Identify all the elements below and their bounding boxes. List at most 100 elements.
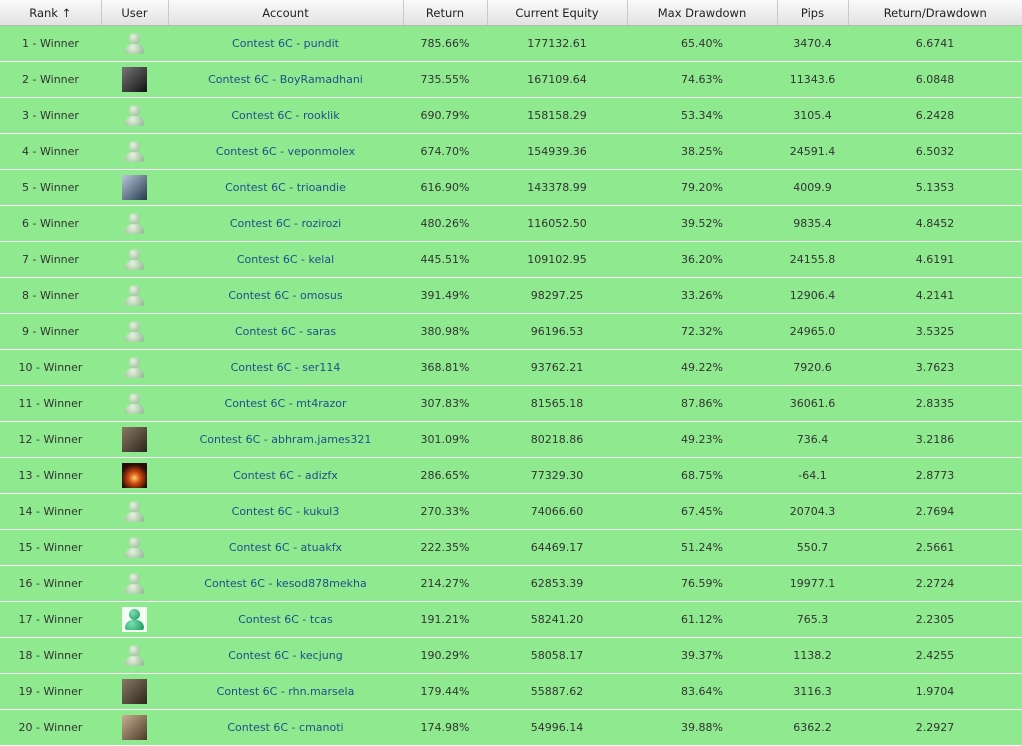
user-avatar[interactable]: [122, 427, 147, 452]
account-cell-text[interactable]: Contest 6C - rooklik: [231, 109, 339, 122]
account-cell-text[interactable]: Contest 6C - kecjung: [228, 649, 342, 662]
user-avatar[interactable]: [122, 175, 147, 200]
equity-cell-text: 58241.20: [530, 613, 584, 626]
user-cell: [101, 493, 168, 530]
pips-cell: 6362.2: [777, 709, 848, 746]
rank-cell-text: 20 - Winner: [18, 721, 83, 734]
rank-cell: 1 - Winner: [0, 25, 101, 62]
user-cell: [101, 529, 168, 566]
account-cell-text[interactable]: Contest 6C - kelal: [237, 253, 334, 266]
return-cell-text: 368.81%: [420, 361, 470, 374]
return-cell-text: 380.98%: [420, 325, 470, 338]
pips-cell-text: 19977.1: [789, 577, 836, 590]
account-cell-text[interactable]: Contest 6C - rozirozi: [230, 217, 341, 230]
user-icon[interactable]: [122, 643, 147, 668]
drawdown-cell: 87.86%: [627, 385, 777, 422]
return-drawdown-cell-text: 4.6191: [915, 253, 955, 266]
drawdown-cell-text: 53.34%: [681, 109, 723, 122]
table-row: 9 - Winner Contest 6C - saras 380.98% 96196…: [0, 313, 1022, 350]
user-icon[interactable]: [122, 535, 147, 560]
account-cell: Contest 6C - rhn.marsela: [168, 673, 403, 710]
pips-cell-text: 11343.6: [789, 73, 836, 86]
user-icon[interactable]: [122, 139, 147, 164]
drawdown-cell-text: 49.22%: [681, 361, 723, 374]
account-cell-text[interactable]: Contest 6C - kukul3: [232, 505, 340, 518]
return-drawdown-cell-text: 2.2927: [915, 721, 955, 734]
column-header-pips[interactable]: Pips: [777, 0, 849, 26]
user-icon[interactable]: [122, 103, 147, 128]
account-cell-text[interactable]: Contest 6C - pundit: [232, 37, 339, 50]
user-avatar[interactable]: [122, 679, 147, 704]
column-header-return-drawdown[interactable]: Return/Drawdown: [848, 0, 1022, 26]
column-header-max-drawdown[interactable]: Max Drawdown: [627, 0, 778, 26]
user-icon[interactable]: [122, 211, 147, 236]
equity-cell: 116052.50: [487, 205, 627, 242]
account-cell-text[interactable]: Contest 6C - atuakfx: [229, 541, 342, 554]
column-header-user[interactable]: User: [101, 0, 169, 26]
user-icon[interactable]: [122, 247, 147, 272]
return-cell: 690.79%: [403, 97, 487, 134]
account-cell-text[interactable]: Contest 6C - mt4razor: [225, 397, 347, 410]
user-icon[interactable]: [122, 499, 147, 524]
return-cell-text: 307.83%: [420, 397, 470, 410]
return-cell-text: 616.90%: [420, 181, 470, 194]
equity-cell: 143378.99: [487, 169, 627, 206]
rank-cell: 7 - Winner: [0, 241, 101, 278]
return-cell-text: 222.35%: [420, 541, 470, 554]
account-cell-text[interactable]: Contest 6C - BoyRamadhani: [208, 73, 363, 86]
return-cell: 179.44%: [403, 673, 487, 710]
account-cell-text[interactable]: Contest 6C - kesod878mekha: [204, 577, 366, 590]
table-row: 7 - Winner Contest 6C - kelal 445.51% 10910…: [0, 241, 1022, 278]
rank-cell: 9 - Winner: [0, 313, 101, 350]
rank-cell: 11 - Winner: [0, 385, 101, 422]
user-avatar[interactable]: [122, 67, 147, 92]
column-header-current-equity[interactable]: Current Equity: [487, 0, 628, 26]
account-cell-text[interactable]: Contest 6C - cmanoti: [227, 721, 343, 734]
user-avatar[interactable]: [122, 463, 147, 488]
account-cell-text[interactable]: Contest 6C - veponmolex: [216, 145, 355, 158]
account-cell-text[interactable]: Contest 6C - saras: [235, 325, 336, 338]
drawdown-cell-text: 74.63%: [681, 73, 723, 86]
user-avatar[interactable]: [122, 715, 147, 740]
account-cell-text[interactable]: Contest 6C - omosus: [228, 289, 342, 302]
return-cell-text: 190.29%: [420, 649, 470, 662]
account-cell-text[interactable]: Contest 6C - rhn.marsela: [217, 685, 355, 698]
account-cell-text[interactable]: Contest 6C - trioandie: [225, 181, 346, 194]
user-icon[interactable]: [122, 607, 147, 632]
equity-cell-text: 93762.21: [530, 361, 584, 374]
user-icon[interactable]: [122, 31, 147, 56]
user-cell: [101, 169, 168, 206]
account-cell: Contest 6C - omosus: [168, 277, 403, 314]
return-drawdown-cell: 6.2428: [848, 97, 1022, 134]
drawdown-cell-text: 83.64%: [681, 685, 723, 698]
account-cell: Contest 6C - BoyRamadhani: [168, 61, 403, 98]
account-cell-text[interactable]: Contest 6C - ser114: [231, 361, 341, 374]
leaderboard-table: Rank ↑ User Account Return Current Equit…: [0, 0, 1022, 746]
account-cell-text[interactable]: Contest 6C - tcas: [238, 613, 332, 626]
pips-cell: 3470.4: [777, 25, 848, 62]
return-cell: 190.29%: [403, 637, 487, 674]
user-cell: [101, 313, 168, 350]
pips-cell: 19977.1: [777, 565, 848, 602]
user-cell: [101, 637, 168, 674]
account-cell: Contest 6C - veponmolex: [168, 133, 403, 170]
user-icon[interactable]: [122, 319, 147, 344]
equity-cell-text: 58058.17: [530, 649, 584, 662]
user-icon[interactable]: [122, 391, 147, 416]
column-header-account[interactable]: Account: [168, 0, 404, 26]
drawdown-cell: 83.64%: [627, 673, 777, 710]
account-cell: Contest 6C - kelal: [168, 241, 403, 278]
equity-cell: 58241.20: [487, 601, 627, 638]
user-icon[interactable]: [122, 571, 147, 596]
column-header-return[interactable]: Return: [403, 0, 488, 26]
user-cell: [101, 673, 168, 710]
column-header-rank[interactable]: Rank ↑: [0, 0, 102, 26]
user-icon[interactable]: [122, 283, 147, 308]
return-cell-text: 480.26%: [420, 217, 470, 230]
account-cell-text[interactable]: Contest 6C - abhram.james321: [200, 433, 372, 446]
user-icon[interactable]: [122, 355, 147, 380]
drawdown-cell-text: 38.25%: [681, 145, 723, 158]
return-drawdown-cell: 2.4255: [848, 637, 1022, 674]
account-cell-text[interactable]: Contest 6C - adizfx: [233, 469, 338, 482]
table-row: 18 - Winner Contest 6C - kecjung 190.29% 58…: [0, 637, 1022, 674]
